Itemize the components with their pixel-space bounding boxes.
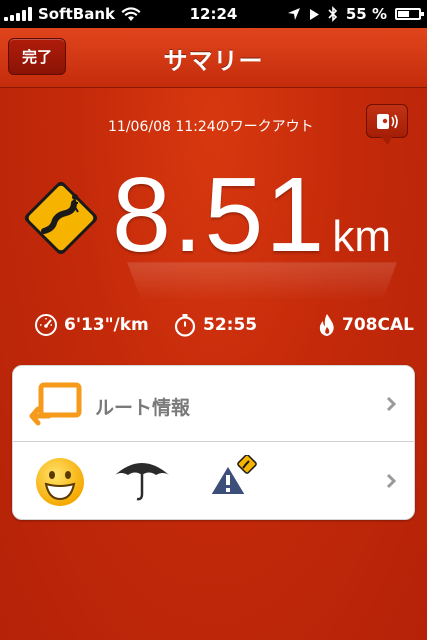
distance-reflection xyxy=(127,262,397,302)
share-voice-button[interactable] xyxy=(366,104,408,145)
play-icon xyxy=(309,8,319,20)
pace-value: 6'13"/km xyxy=(64,315,149,335)
bluetooth-icon xyxy=(328,6,337,22)
flame-icon xyxy=(319,314,334,336)
pace-gauge-icon xyxy=(35,314,57,336)
chevron-right-icon xyxy=(386,396,396,412)
stats-row: 6'13"/km 52:55 708CAL xyxy=(0,313,427,343)
distance-value: 8.51 xyxy=(112,156,327,274)
chevron-right-icon xyxy=(386,473,396,489)
route-info-label: ルート情報 xyxy=(95,397,191,419)
terrain-sign-icon xyxy=(208,455,257,496)
battery-icon xyxy=(395,8,424,20)
workout-datetime: 11/06/08 11:24のワークアウト xyxy=(108,119,314,135)
duration-value: 52:55 xyxy=(203,315,258,335)
status-bar: SoftBank 12:24 55 % xyxy=(0,0,427,28)
route-map-icon xyxy=(29,382,82,426)
navigation-bar: 完了 サマリー xyxy=(0,28,427,88)
conditions-row[interactable] xyxy=(13,443,414,519)
smiley-mood-icon xyxy=(36,458,84,506)
duration-stat: 52:55 xyxy=(173,313,257,337)
details-card: ルート情報 xyxy=(12,365,415,520)
location-arrow-icon xyxy=(287,8,300,20)
pace-stat: 6'13"/km xyxy=(34,313,149,337)
umbrella-weather-icon xyxy=(115,463,169,501)
calories-value: 708CAL xyxy=(342,315,414,335)
distance-display: 8.51 km xyxy=(112,162,391,272)
route-info-row[interactable]: ルート情報 xyxy=(13,366,414,442)
page-title: サマリー xyxy=(163,47,264,75)
distance-unit: km xyxy=(332,212,391,261)
winding-road-sign-icon xyxy=(24,181,98,255)
share-voice-icon xyxy=(377,114,398,129)
battery-percent: 55 % xyxy=(345,5,387,23)
stopwatch-icon xyxy=(174,314,196,337)
calories-stat: 708CAL xyxy=(318,313,414,337)
